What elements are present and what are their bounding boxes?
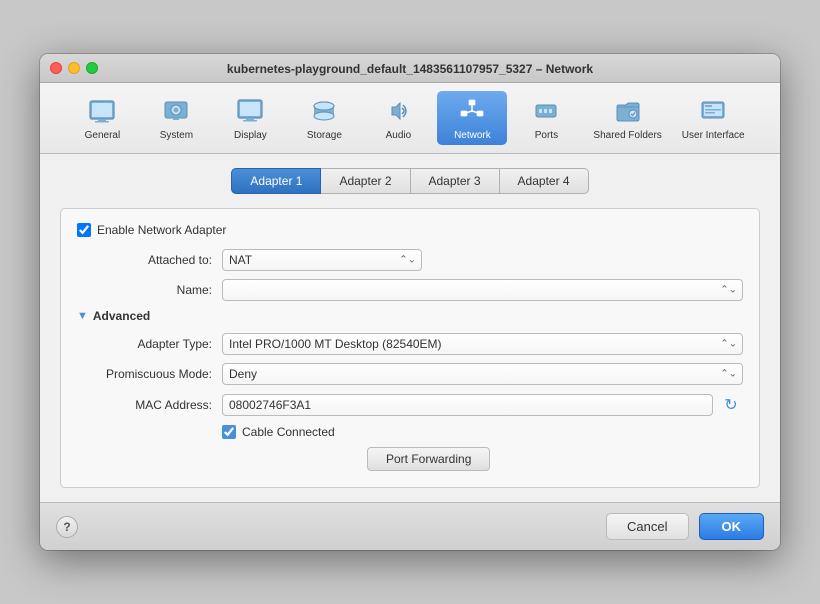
cancel-button[interactable]: Cancel bbox=[606, 513, 688, 540]
network-label: Network bbox=[454, 130, 491, 141]
general-label: General bbox=[85, 130, 121, 141]
mac-row: MAC Address: ↻ bbox=[77, 393, 743, 417]
audio-label: Audio bbox=[386, 130, 412, 141]
toolbar-general[interactable]: General bbox=[67, 91, 137, 145]
promiscuous-select[interactable]: Deny Allow VMs Allow All bbox=[222, 363, 743, 385]
adapter-type-select[interactable]: Intel PRO/1000 MT Desktop (82540EM) bbox=[222, 333, 743, 355]
advanced-header[interactable]: ▼ Advanced bbox=[77, 309, 743, 323]
adapter-type-label: Adapter Type: bbox=[77, 337, 222, 351]
tab-adapter-2[interactable]: Adapter 2 bbox=[321, 168, 410, 194]
maximize-button[interactable] bbox=[86, 62, 98, 74]
mac-input-row: ↻ bbox=[222, 393, 743, 417]
cable-connected-checkbox[interactable] bbox=[222, 425, 236, 439]
tab-adapter-3[interactable]: Adapter 3 bbox=[411, 168, 500, 194]
mac-label: MAC Address: bbox=[77, 398, 222, 412]
audio-icon bbox=[382, 95, 414, 127]
system-label: System bbox=[160, 130, 193, 141]
general-icon bbox=[86, 95, 118, 127]
enable-label: Enable Network Adapter bbox=[97, 223, 226, 237]
adapter-tabs: Adapter 1 Adapter 2 Adapter 3 Adapter 4 bbox=[60, 168, 760, 194]
system-icon bbox=[160, 95, 192, 127]
storage-label: Storage bbox=[307, 130, 342, 141]
toolbar-ports[interactable]: Ports bbox=[511, 91, 581, 145]
tab-adapter-1[interactable]: Adapter 1 bbox=[231, 168, 321, 194]
toolbar-display[interactable]: Display bbox=[215, 91, 285, 145]
name-label: Name: bbox=[77, 283, 222, 297]
help-button[interactable]: ? bbox=[56, 516, 78, 538]
toolbar-shared-folders[interactable]: Shared Folders bbox=[585, 91, 669, 145]
form-area: Enable Network Adapter Attached to: NAT … bbox=[60, 208, 760, 488]
toolbar-user-interface[interactable]: User Interface bbox=[674, 91, 753, 145]
attached-to-select[interactable]: NAT Bridged Adapter Internal Network Hos… bbox=[222, 249, 422, 271]
network-icon bbox=[456, 95, 488, 127]
adapter-type-wrapper: Intel PRO/1000 MT Desktop (82540EM) ⌃⌄ bbox=[222, 333, 743, 355]
adapter-type-row: Adapter Type: Intel PRO/1000 MT Desktop … bbox=[77, 333, 743, 355]
user-interface-label: User Interface bbox=[682, 130, 745, 141]
close-button[interactable] bbox=[50, 62, 62, 74]
promiscuous-wrapper: Deny Allow VMs Allow All ⌃⌄ bbox=[222, 363, 743, 385]
display-icon bbox=[234, 95, 266, 127]
minimize-button[interactable] bbox=[68, 62, 80, 74]
ports-icon bbox=[530, 95, 562, 127]
name-select-wrapper: ⌃⌄ bbox=[222, 279, 743, 301]
shared-folders-label: Shared Folders bbox=[593, 130, 661, 141]
main-window: kubernetes-playground_default_1483561107… bbox=[40, 54, 780, 550]
tab-adapter-4[interactable]: Adapter 4 bbox=[500, 168, 589, 194]
name-row: Name: ⌃⌄ bbox=[77, 279, 743, 301]
toolbar-audio[interactable]: Audio bbox=[363, 91, 433, 145]
toolbar-network[interactable]: Network bbox=[437, 91, 507, 145]
content-area: Adapter 1 Adapter 2 Adapter 3 Adapter 4 … bbox=[40, 154, 780, 502]
window-title: kubernetes-playground_default_1483561107… bbox=[227, 62, 593, 76]
attached-to-label: Attached to: bbox=[77, 253, 222, 267]
toolbar-system[interactable]: System bbox=[141, 91, 211, 145]
attached-to-select-wrapper: NAT Bridged Adapter Internal Network Hos… bbox=[222, 249, 422, 271]
traffic-lights bbox=[50, 62, 98, 74]
toolbar-storage[interactable]: Storage bbox=[289, 91, 359, 145]
ports-label: Ports bbox=[535, 130, 558, 141]
cable-connected-label: Cable Connected bbox=[242, 425, 335, 439]
shared-folders-icon bbox=[612, 95, 644, 127]
port-forwarding-button[interactable]: Port Forwarding bbox=[367, 447, 490, 471]
bottom-buttons: Cancel OK bbox=[606, 513, 764, 540]
promiscuous-label: Promiscuous Mode: bbox=[77, 367, 222, 381]
enable-row: Enable Network Adapter bbox=[77, 223, 743, 237]
storage-icon bbox=[308, 95, 340, 127]
enable-checkbox[interactable] bbox=[77, 223, 91, 237]
user-interface-icon bbox=[697, 95, 729, 127]
toolbar: General System bbox=[40, 83, 780, 154]
promiscuous-row: Promiscuous Mode: Deny Allow VMs Allow A… bbox=[77, 363, 743, 385]
title-bar: kubernetes-playground_default_1483561107… bbox=[40, 54, 780, 83]
advanced-arrow-icon: ▼ bbox=[77, 310, 88, 322]
ok-button[interactable]: OK bbox=[699, 513, 765, 540]
advanced-label: Advanced bbox=[93, 309, 150, 323]
attached-to-row: Attached to: NAT Bridged Adapter Interna… bbox=[77, 249, 743, 271]
refresh-mac-button[interactable]: ↻ bbox=[719, 393, 743, 417]
bottom-bar: ? Cancel OK bbox=[40, 502, 780, 550]
name-select[interactable] bbox=[222, 279, 743, 301]
mac-input[interactable] bbox=[222, 394, 713, 416]
cable-connected-row: Cable Connected bbox=[222, 425, 743, 439]
display-label: Display bbox=[234, 130, 267, 141]
